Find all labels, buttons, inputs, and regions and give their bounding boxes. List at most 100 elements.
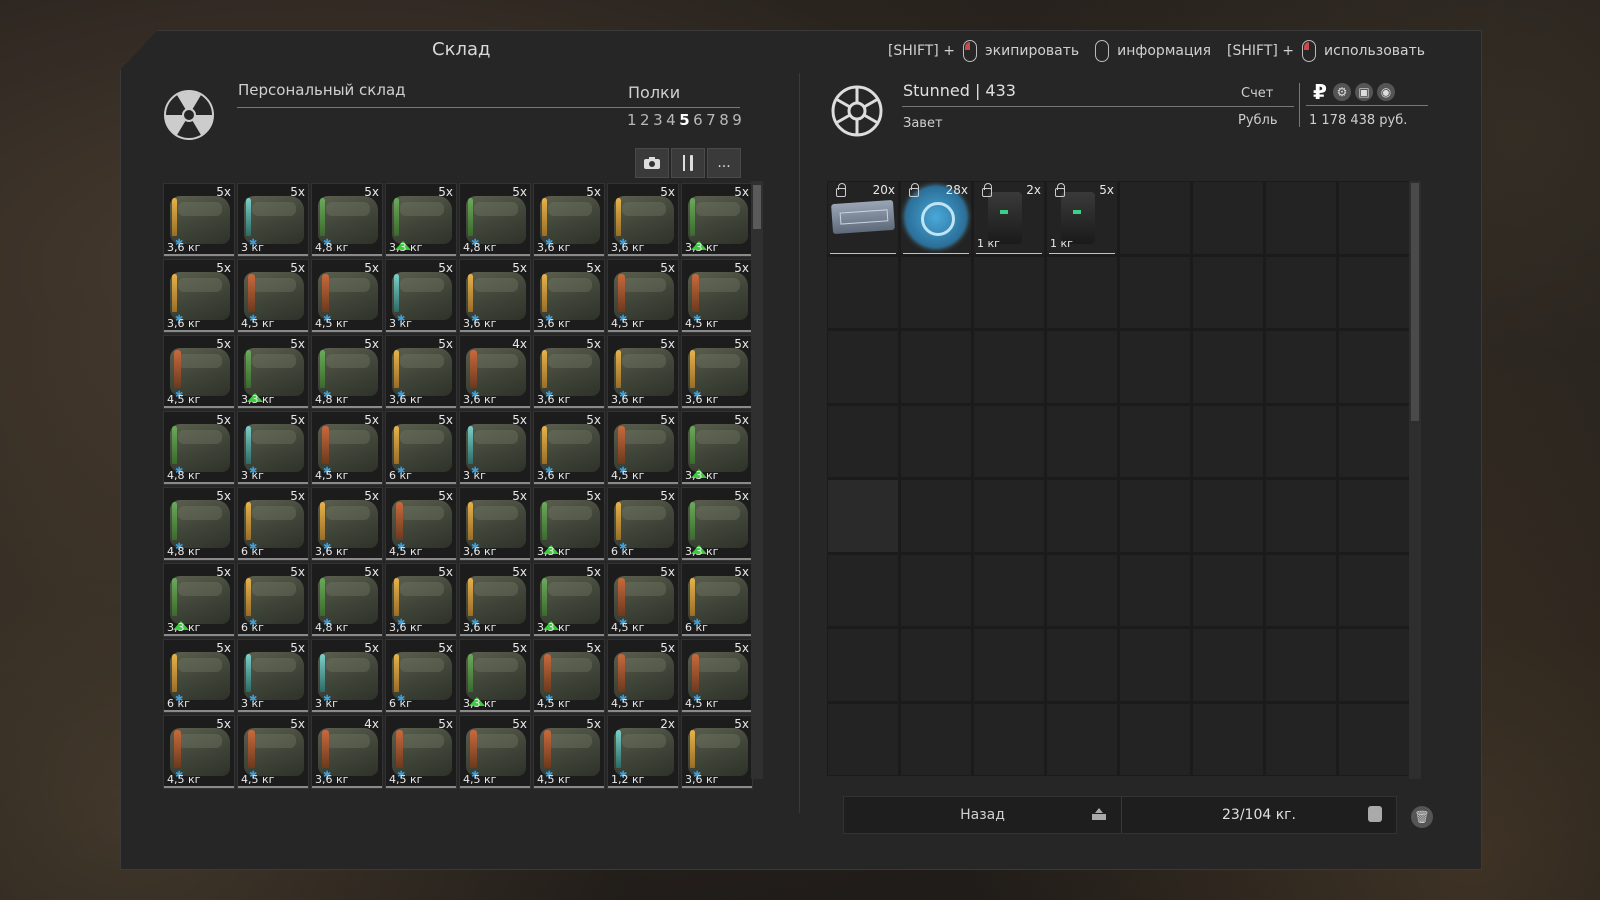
- gear-currency-icon[interactable]: ⚙: [1333, 83, 1351, 101]
- inventory-slot[interactable]: 5x ✱ 4,5 кг: [163, 715, 235, 789]
- inventory-slot[interactable]: 5x ✱ 6 кг: [607, 487, 679, 561]
- inventory-slot[interactable]: 5x ✱ 3,6 кг: [533, 183, 605, 257]
- backpack-slot[interactable]: [827, 404, 899, 478]
- backpack-slot[interactable]: [1192, 404, 1264, 478]
- backpack-slot[interactable]: [1046, 330, 1118, 404]
- backpack-slot[interactable]: [1265, 479, 1337, 553]
- inventory-slot[interactable]: 5x ✱ 4,5 кг: [459, 715, 531, 789]
- shelf-2[interactable]: 2: [640, 111, 650, 129]
- inventory-slot[interactable]: 5x ✱ 4,8 кг: [311, 183, 383, 257]
- backpack-slot[interactable]: [1192, 479, 1264, 553]
- coin-currency-icon[interactable]: ◉: [1377, 83, 1395, 101]
- inventory-slot[interactable]: 5x ✱ 3,6 кг: [459, 487, 531, 561]
- backpack-slot[interactable]: [1265, 702, 1337, 776]
- inventory-slot[interactable]: 5x 3,3 кг: [533, 563, 605, 637]
- back-button[interactable]: Назад: [844, 797, 1122, 833]
- backpack-scrollbar[interactable]: [1409, 181, 1421, 779]
- inventory-slot[interactable]: 5x ✱ 4,5 кг: [311, 259, 383, 333]
- inventory-slot[interactable]: 5x ✱ 4,5 кг: [163, 335, 235, 409]
- shelf-9[interactable]: 9: [732, 111, 742, 129]
- backpack-slot[interactable]: [1046, 404, 1118, 478]
- backpack-slot[interactable]: [900, 330, 972, 404]
- inventory-slot[interactable]: 5x 3,3 кг: [459, 639, 531, 713]
- backpack-slot[interactable]: [1192, 702, 1264, 776]
- inventory-slot[interactable]: 5x ✱ 3,6 кг: [385, 335, 457, 409]
- inventory-slot[interactable]: 4x ✱ 3,6 кг: [459, 335, 531, 409]
- sort-button[interactable]: [671, 148, 705, 178]
- backpack-slot[interactable]: [1338, 404, 1410, 478]
- inventory-slot[interactable]: 5x ✱ 4,5 кг: [607, 411, 679, 485]
- inventory-slot[interactable]: 5x ✱ 3,6 кг: [681, 715, 753, 789]
- shelf-7[interactable]: 7: [706, 111, 716, 129]
- backpack-slot[interactable]: [1046, 628, 1118, 702]
- backpack-slot[interactable]: [1119, 181, 1191, 255]
- inventory-slot[interactable]: 5x ✱ 4,8 кг: [311, 563, 383, 637]
- backpack-slot[interactable]: [1192, 181, 1264, 255]
- inventory-slot[interactable]: 5x ✱ 3,6 кг: [607, 183, 679, 257]
- shelf-4[interactable]: 4: [666, 111, 676, 129]
- backpack-slot[interactable]: [1192, 553, 1264, 627]
- inventory-slot[interactable]: 5x 3,3 кг: [163, 563, 235, 637]
- backpack-slot[interactable]: [973, 255, 1045, 329]
- backpack-slot[interactable]: [827, 628, 899, 702]
- trash-icon[interactable]: 🗑: [1411, 806, 1433, 828]
- inventory-slot[interactable]: 5x ✱ 3,6 кг: [533, 411, 605, 485]
- backpack-slot[interactable]: [900, 404, 972, 478]
- inventory-slot[interactable]: 5x ✱ 4,5 кг: [237, 259, 309, 333]
- inventory-slot[interactable]: 5x ✱ 4,5 кг: [311, 411, 383, 485]
- inventory-slot[interactable]: 5x ✱ 3,6 кг: [681, 335, 753, 409]
- inventory-slot[interactable]: 5x ✱ 3,6 кг: [533, 335, 605, 409]
- inventory-slot[interactable]: 5x ✱ 4,5 кг: [385, 715, 457, 789]
- inventory-slot[interactable]: 5x ✱ 4,5 кг: [607, 639, 679, 713]
- inventory-slot[interactable]: 5x ✱ 4,8 кг: [311, 335, 383, 409]
- shelf-6[interactable]: 6: [693, 111, 703, 129]
- backpack-slot[interactable]: [1192, 255, 1264, 329]
- inventory-slot[interactable]: 5x ✱ 3,6 кг: [533, 259, 605, 333]
- backpack-slot[interactable]: [1046, 255, 1118, 329]
- backpack-slot[interactable]: [1119, 553, 1191, 627]
- inventory-slot[interactable]: 5x ✱ 3 кг: [459, 411, 531, 485]
- inventory-slot[interactable]: 5x 3,3 кг: [533, 487, 605, 561]
- backpack-slot[interactable]: 20x: [827, 181, 899, 255]
- inventory-slot[interactable]: 5x 3,3 кг: [681, 183, 753, 257]
- shelf-1[interactable]: 1: [627, 111, 637, 129]
- inventory-slot[interactable]: 5x ✱ 4,5 кг: [533, 639, 605, 713]
- inventory-slot[interactable]: 5x ✱ 3,6 кг: [311, 487, 383, 561]
- inventory-slot[interactable]: 5x ✱ 3 кг: [385, 259, 457, 333]
- backpack-slot[interactable]: [1338, 553, 1410, 627]
- backpack-slot[interactable]: [1119, 702, 1191, 776]
- inventory-slot[interactable]: 5x ✱ 4,5 кг: [681, 259, 753, 333]
- backpack-slot[interactable]: [1046, 553, 1118, 627]
- backpack-slot[interactable]: [1265, 404, 1337, 478]
- inventory-slot[interactable]: 5x ✱ 3 кг: [237, 639, 309, 713]
- ruble-icon[interactable]: ₽: [1311, 80, 1329, 104]
- backpack-slot[interactable]: [1338, 628, 1410, 702]
- inventory-slot[interactable]: 5x ✱ 6 кг: [385, 639, 457, 713]
- inventory-slot[interactable]: 5x 3,3 кг: [681, 411, 753, 485]
- backpack-slot[interactable]: [1265, 628, 1337, 702]
- inventory-slot[interactable]: 5x ✱ 4,8 кг: [163, 487, 235, 561]
- inventory-slot[interactable]: 5x ✱ 4,5 кг: [237, 715, 309, 789]
- backpack-slot[interactable]: 28x: [900, 181, 972, 255]
- backpack-slot[interactable]: [827, 553, 899, 627]
- backpack-slot[interactable]: [900, 628, 972, 702]
- backpack-slot[interactable]: [1265, 255, 1337, 329]
- backpack-slot[interactable]: [1119, 404, 1191, 478]
- backpack-slot[interactable]: [1046, 479, 1118, 553]
- backpack-slot[interactable]: [973, 404, 1045, 478]
- backpack-slot[interactable]: [1265, 330, 1337, 404]
- inventory-slot[interactable]: 5x ✱ 3,6 кг: [385, 563, 457, 637]
- backpack-slot[interactable]: [1338, 479, 1410, 553]
- backpack-slot[interactable]: [1046, 702, 1118, 776]
- backpack-slot[interactable]: [827, 255, 899, 329]
- backpack-slot[interactable]: [827, 330, 899, 404]
- more-button[interactable]: ...: [707, 148, 741, 178]
- storage-scrollbar[interactable]: [751, 181, 763, 779]
- backpack-slot[interactable]: [827, 702, 899, 776]
- backpack-slot[interactable]: [1265, 553, 1337, 627]
- backpack-slot[interactable]: [1192, 330, 1264, 404]
- backpack-slot[interactable]: [1119, 255, 1191, 329]
- inventory-slot[interactable]: 5x 3,3 кг: [681, 487, 753, 561]
- inventory-slot[interactable]: 2x ✱ 1,2 кг: [607, 715, 679, 789]
- backpack-slot[interactable]: [1338, 702, 1410, 776]
